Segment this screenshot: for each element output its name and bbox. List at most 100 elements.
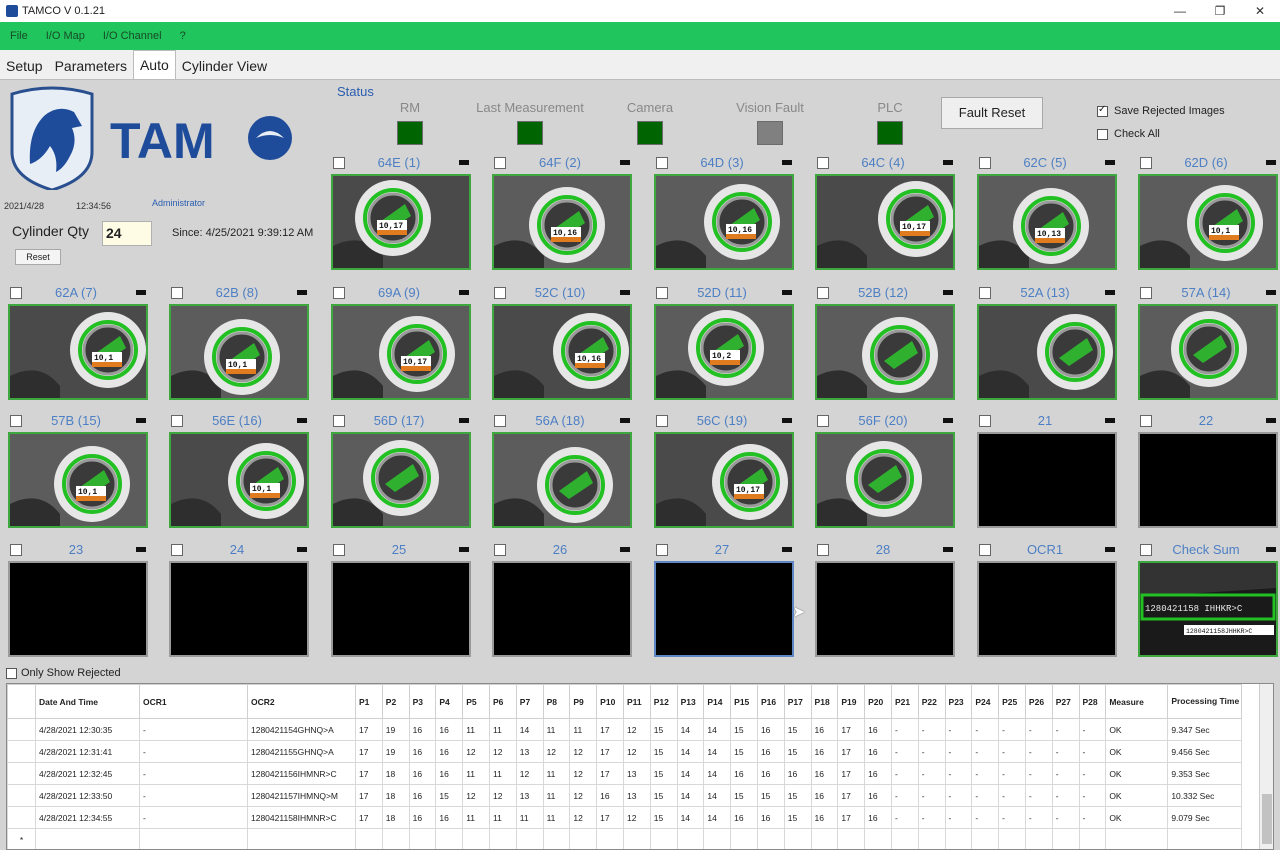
camera-checkbox[interactable] — [494, 544, 506, 556]
camera-image[interactable]: 10,1 — [169, 304, 309, 400]
column-header[interactable]: P12 — [649, 684, 678, 719]
column-header[interactable]: P20 — [864, 684, 892, 719]
column-header[interactable]: OCR2 — [247, 684, 356, 719]
camera-image-empty[interactable] — [977, 561, 1117, 657]
camera-image[interactable] — [1138, 304, 1278, 400]
camera-image[interactable]: 10,16 — [492, 174, 632, 270]
camera-checkbox[interactable] — [979, 287, 991, 299]
reset-button[interactable]: Reset — [15, 249, 61, 265]
column-header[interactable]: P1 — [355, 684, 383, 719]
camera-checkbox[interactable] — [494, 287, 506, 299]
column-header[interactable]: OCR1 — [139, 684, 248, 719]
camera-checkbox[interactable] — [979, 157, 991, 169]
save-rejected-checkbox[interactable] — [1097, 104, 1108, 117]
row-header[interactable] — [7, 784, 36, 807]
menu-io-map[interactable]: I/O Map — [46, 30, 85, 42]
column-header[interactable]: P28 — [1078, 684, 1107, 719]
camera-image-empty[interactable] — [492, 561, 632, 657]
camera-image[interactable]: 10,1 — [8, 432, 148, 528]
minimize-icon[interactable] — [1105, 547, 1115, 552]
camera-checkbox[interactable] — [10, 544, 22, 556]
cylinder-qty-field[interactable]: 24 — [102, 221, 152, 246]
minimize-icon[interactable] — [297, 547, 307, 552]
minimize-icon[interactable] — [459, 418, 469, 423]
grid-scrollbar[interactable] — [1259, 684, 1273, 849]
minimize-icon[interactable] — [136, 547, 146, 552]
camera-checkbox[interactable] — [656, 544, 668, 556]
minimize-icon[interactable] — [943, 418, 953, 423]
camera-checkbox[interactable] — [817, 157, 829, 169]
camera-image[interactable]: 10,17 — [815, 174, 955, 270]
camera-checkbox[interactable] — [979, 415, 991, 427]
column-header[interactable]: P25 — [998, 684, 1026, 719]
minimize-icon[interactable] — [782, 290, 792, 295]
minimize-icon[interactable] — [620, 547, 630, 552]
camera-checkbox[interactable] — [817, 544, 829, 556]
camera-checkbox[interactable] — [656, 415, 668, 427]
menu-file[interactable]: File — [10, 30, 28, 42]
camera-checkbox[interactable] — [817, 415, 829, 427]
minimize-icon[interactable] — [136, 418, 146, 423]
camera-checkbox[interactable] — [1140, 157, 1152, 169]
column-header[interactable]: P27 — [1051, 684, 1080, 719]
camera-image[interactable] — [815, 304, 955, 400]
camera-image-empty[interactable] — [654, 561, 794, 657]
table-row[interactable]: 4/28/2021 12:31:41-1280421155GHNQ>A 17 19 1… — [7, 740, 1243, 763]
camera-checkbox[interactable] — [10, 415, 22, 427]
only-rejected-option[interactable]: Only Show Rejected — [6, 667, 121, 679]
row-header[interactable] — [7, 762, 36, 785]
scroll-thumb[interactable] — [1262, 794, 1272, 844]
camera-checkbox[interactable] — [171, 544, 183, 556]
minimize-icon[interactable] — [782, 160, 792, 165]
minimize-icon[interactable] — [620, 418, 630, 423]
column-header[interactable]: P19 — [837, 684, 866, 719]
column-header[interactable]: P6 — [488, 684, 517, 719]
minimize-icon[interactable] — [297, 290, 307, 295]
save-rejected-option[interactable]: Save Rejected Images — [1097, 104, 1225, 117]
table-row[interactable]: 4/28/2021 12:30:35-1280421154GHNQ>A 17 19 1… — [7, 718, 1243, 741]
minimize-icon[interactable]: — — [1160, 0, 1200, 22]
minimize-icon[interactable] — [1266, 160, 1276, 165]
check-all-checkbox[interactable] — [1097, 128, 1108, 140]
camera-checkbox[interactable] — [10, 287, 22, 299]
column-header[interactable]: P14 — [703, 684, 732, 719]
camera-checkbox[interactable] — [333, 415, 345, 427]
camera-checkbox[interactable] — [1140, 544, 1152, 556]
column-header[interactable]: P9 — [569, 684, 598, 719]
minimize-icon[interactable] — [943, 547, 953, 552]
minimize-icon[interactable] — [943, 290, 953, 295]
camera-image-empty[interactable] — [169, 561, 309, 657]
camera-image[interactable]: 10,17 — [331, 304, 471, 400]
row-header[interactable] — [7, 806, 36, 829]
column-header[interactable]: P8 — [542, 684, 571, 719]
row-header[interactable] — [7, 718, 36, 741]
column-header[interactable]: P26 — [1024, 684, 1053, 719]
camera-image[interactable] — [977, 304, 1117, 400]
camera-checkbox[interactable] — [979, 544, 991, 556]
column-header[interactable]: P18 — [810, 684, 839, 719]
minimize-icon[interactable] — [459, 160, 469, 165]
camera-checkbox[interactable] — [1140, 287, 1152, 299]
column-header[interactable]: P17 — [783, 684, 812, 719]
minimize-icon[interactable] — [1105, 290, 1115, 295]
camera-image[interactable]: 10,13 — [977, 174, 1117, 270]
column-header[interactable]: Date And Time — [35, 684, 140, 719]
camera-checkbox[interactable] — [171, 287, 183, 299]
camera-image-empty[interactable] — [1138, 432, 1278, 528]
minimize-icon[interactable] — [943, 160, 953, 165]
checksum-image[interactable]: 1280421158 IHHKR>C 1280421158JHHKR>C — [1138, 561, 1278, 657]
camera-checkbox[interactable] — [171, 415, 183, 427]
column-header[interactable]: P23 — [944, 684, 973, 719]
minimize-icon[interactable] — [1266, 547, 1276, 552]
minimize-icon[interactable] — [620, 290, 630, 295]
table-row[interactable]: 4/28/2021 12:34:55-1280421158IHMNR>C 17 18… — [7, 806, 1243, 829]
menu-io-channel[interactable]: I/O Channel — [103, 30, 162, 42]
minimize-icon[interactable] — [459, 547, 469, 552]
row-header[interactable] — [7, 740, 36, 763]
minimize-icon[interactable] — [1105, 160, 1115, 165]
table-row[interactable]: 4/28/2021 12:33:50-1280421157IHMNQ>M 17 18… — [7, 784, 1243, 807]
new-row[interactable]: * — [7, 828, 1243, 849]
column-header[interactable]: P15 — [730, 684, 758, 719]
tab-auto[interactable]: Auto — [132, 50, 176, 79]
column-header[interactable]: P16 — [756, 684, 785, 719]
